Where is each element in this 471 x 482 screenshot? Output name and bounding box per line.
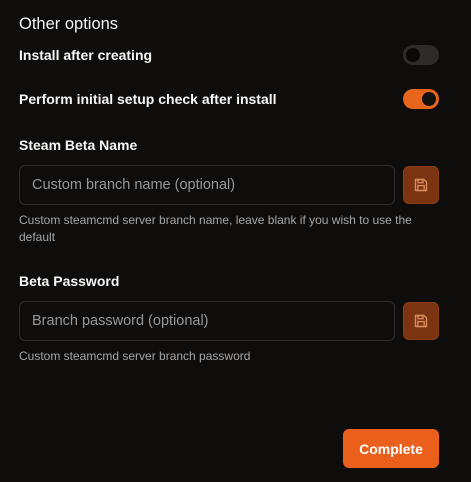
beta-password-input[interactable]: [19, 301, 395, 341]
section-title: Other options: [19, 15, 119, 33]
steam-beta-name-input[interactable]: [19, 165, 395, 205]
install-after-creating-row: Install after creating: [19, 43, 439, 67]
toggle-knob: [406, 48, 420, 62]
save-beta-password-button[interactable]: [403, 302, 439, 340]
steam-beta-name-help: Custom steamcmd server branch name, leav…: [19, 213, 412, 244]
steam-beta-name-label: Steam Beta Name: [19, 137, 138, 153]
beta-password-label: Beta Password: [19, 273, 120, 289]
setup-check-toggle[interactable]: [403, 89, 439, 109]
save-icon: [414, 314, 428, 328]
save-icon: [414, 178, 428, 192]
beta-password-help: Custom steamcmd server branch password: [19, 349, 251, 363]
toggle-knob: [422, 92, 436, 106]
other-options-panel: Other options Install after creating Per…: [0, 0, 471, 482]
save-beta-name-button[interactable]: [403, 166, 439, 204]
setup-check-row: Perform initial setup check after instal…: [19, 87, 439, 111]
setup-check-label: Perform initial setup check after instal…: [19, 91, 277, 107]
install-after-creating-toggle[interactable]: [403, 45, 439, 65]
complete-button[interactable]: Complete: [343, 429, 439, 468]
install-after-creating-label: Install after creating: [19, 47, 153, 63]
